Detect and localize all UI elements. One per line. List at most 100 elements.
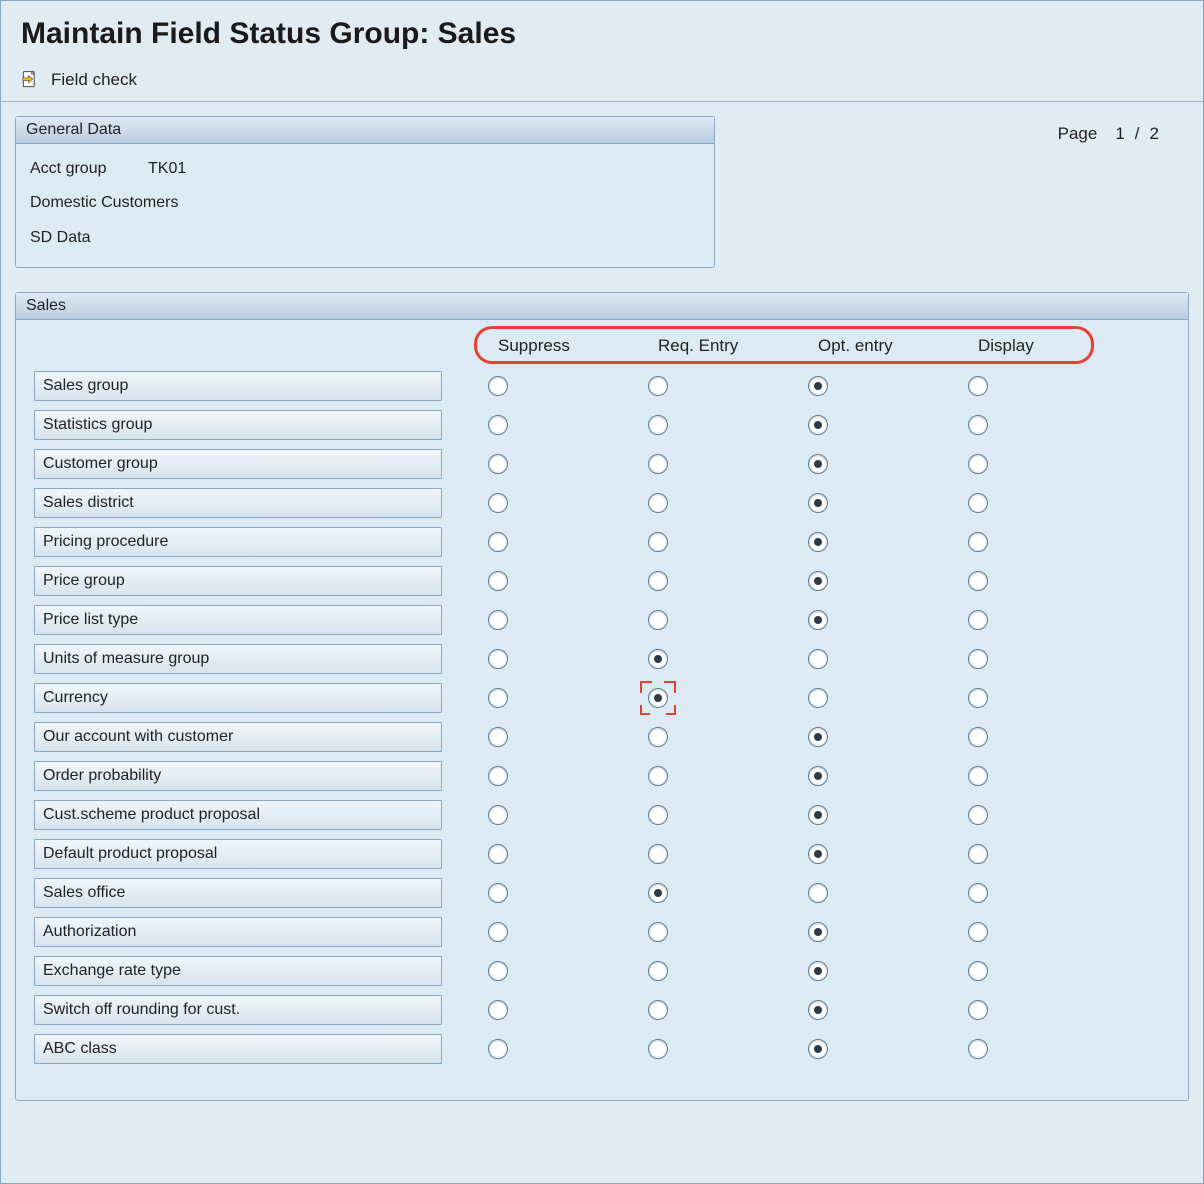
radio[interactable] [808, 532, 828, 552]
radio[interactable] [968, 649, 988, 669]
sd-data-label: SD Data [30, 223, 700, 253]
radio[interactable] [488, 376, 508, 396]
page-current: 1 [1115, 124, 1124, 144]
radio[interactable] [648, 883, 668, 903]
radio[interactable] [968, 571, 988, 591]
radio[interactable] [648, 376, 668, 396]
radio-cell [802, 719, 922, 754]
radio[interactable] [488, 610, 508, 630]
radio[interactable] [968, 883, 988, 903]
radio[interactable] [968, 532, 988, 552]
radio-cell [962, 368, 1082, 403]
radio-cell [802, 797, 922, 832]
radio[interactable] [488, 532, 508, 552]
field-label: Sales office [34, 878, 442, 908]
radio[interactable] [808, 766, 828, 786]
radio[interactable] [968, 454, 988, 474]
radio[interactable] [648, 727, 668, 747]
radio[interactable] [968, 727, 988, 747]
radio-cell [802, 953, 922, 988]
radio[interactable] [808, 883, 828, 903]
radio[interactable] [488, 1000, 508, 1020]
radio[interactable] [968, 688, 988, 708]
radio[interactable] [808, 961, 828, 981]
radio[interactable] [648, 922, 668, 942]
radio[interactable] [808, 1039, 828, 1059]
radio[interactable] [648, 961, 668, 981]
radio[interactable] [968, 805, 988, 825]
field-label: Statistics group [34, 410, 442, 440]
toolbar: Field check [1, 63, 1203, 102]
sales-panel: Sales Suppress Req. Entry Opt. entry Dis… [15, 292, 1189, 1101]
field-label: Order probability [34, 761, 442, 791]
radio[interactable] [968, 1039, 988, 1059]
radio[interactable] [488, 688, 508, 708]
radio[interactable] [968, 922, 988, 942]
general-data-panel: General Data Acct group TK01 Domestic Cu… [15, 116, 715, 268]
radio[interactable] [968, 961, 988, 981]
radio[interactable] [648, 415, 668, 435]
radio[interactable] [648, 1039, 668, 1059]
radio[interactable] [488, 727, 508, 747]
radio-cell [482, 797, 602, 832]
radio[interactable] [648, 688, 668, 708]
radio[interactable] [808, 805, 828, 825]
radio-cell [962, 914, 1082, 949]
radio[interactable] [488, 454, 508, 474]
radio-cell [962, 1031, 1082, 1066]
radio[interactable] [808, 610, 828, 630]
radio[interactable] [648, 649, 668, 669]
radio-cell [642, 797, 762, 832]
radio[interactable] [808, 688, 828, 708]
radio[interactable] [968, 415, 988, 435]
radio[interactable] [968, 376, 988, 396]
radio[interactable] [968, 1000, 988, 1020]
radio[interactable] [648, 844, 668, 864]
radio[interactable] [808, 415, 828, 435]
field-row: Statistics group [30, 407, 1174, 442]
field-label: Authorization [34, 917, 442, 947]
field-label: Sales district [34, 488, 442, 518]
field-check-icon[interactable] [19, 69, 41, 91]
radio[interactable] [488, 961, 508, 981]
radio[interactable] [808, 922, 828, 942]
radio-cell [482, 602, 602, 637]
radio[interactable] [808, 493, 828, 513]
radio[interactable] [648, 1000, 668, 1020]
radio[interactable] [968, 844, 988, 864]
radio[interactable] [648, 454, 668, 474]
field-row: Cust.scheme product proposal [30, 797, 1174, 832]
radio[interactable] [808, 727, 828, 747]
radio[interactable] [488, 649, 508, 669]
radio[interactable] [488, 571, 508, 591]
radio[interactable] [488, 493, 508, 513]
radio-cell [962, 602, 1082, 637]
radio[interactable] [488, 1039, 508, 1059]
radio[interactable] [808, 571, 828, 591]
radio[interactable] [808, 649, 828, 669]
field-row: Customer group [30, 446, 1174, 481]
radio[interactable] [488, 766, 508, 786]
radio[interactable] [648, 493, 668, 513]
radio[interactable] [648, 766, 668, 786]
radio[interactable] [488, 415, 508, 435]
radio[interactable] [488, 844, 508, 864]
radio[interactable] [808, 376, 828, 396]
radio[interactable] [808, 844, 828, 864]
radio[interactable] [648, 571, 668, 591]
radio[interactable] [488, 805, 508, 825]
radio-cell [962, 758, 1082, 793]
radio[interactable] [488, 883, 508, 903]
radio[interactable] [968, 766, 988, 786]
radio[interactable] [808, 454, 828, 474]
radio[interactable] [968, 493, 988, 513]
field-row: Sales district [30, 485, 1174, 520]
radio[interactable] [648, 805, 668, 825]
radio[interactable] [968, 610, 988, 630]
field-check-label[interactable]: Field check [51, 70, 137, 90]
radio[interactable] [648, 610, 668, 630]
radio[interactable] [648, 532, 668, 552]
field-row: Currency [30, 680, 1174, 715]
radio[interactable] [808, 1000, 828, 1020]
radio[interactable] [488, 922, 508, 942]
